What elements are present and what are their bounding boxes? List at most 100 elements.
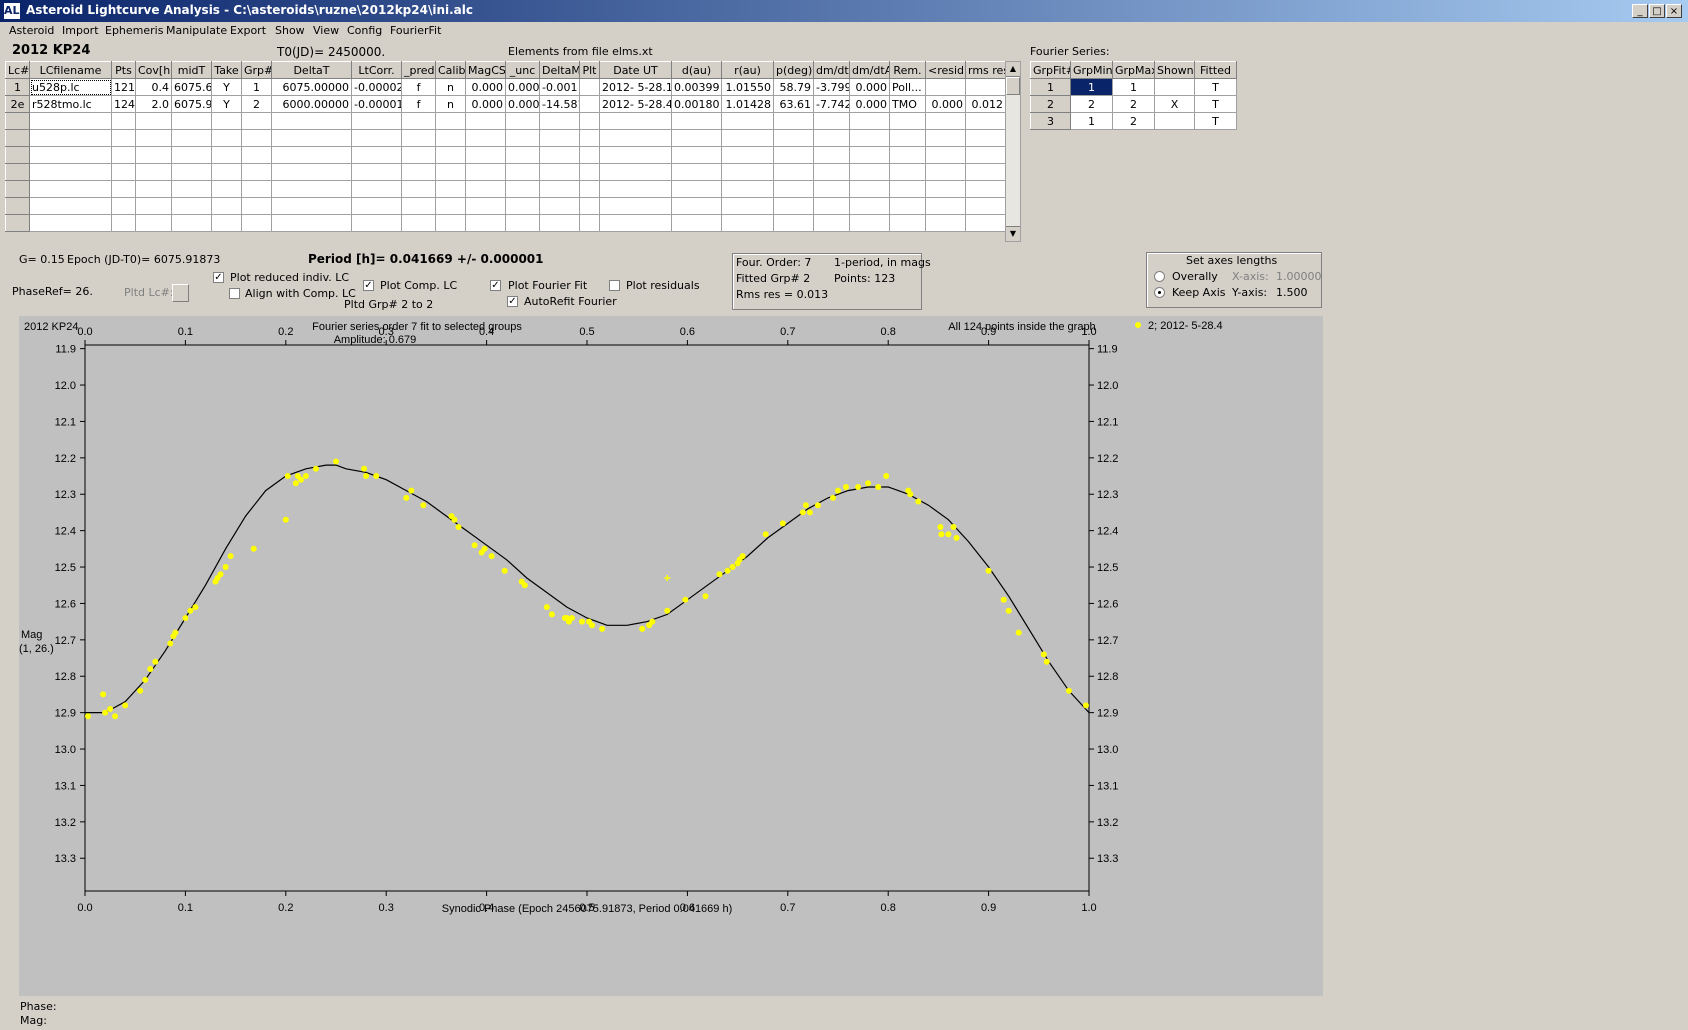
lc-cell[interactable] [813,129,850,147]
fourier-cell[interactable]: T [1194,112,1237,130]
lc-cell[interactable] [925,146,966,164]
lc-cell[interactable]: 58.79 [773,78,814,96]
lc-cell[interactable] [579,197,600,215]
lc-cell[interactable] [5,146,30,164]
lc-cell[interactable] [925,163,966,181]
lc-cell[interactable] [211,214,242,232]
lc-cell[interactable] [5,214,30,232]
lc-cell[interactable]: 1 [5,78,30,96]
lc-cell[interactable] [579,112,600,130]
lc-cell[interactable] [813,112,850,130]
lc-cell[interactable] [813,163,850,181]
lc-cell[interactable] [435,129,466,147]
lc-cell[interactable] [721,197,774,215]
lc-cell[interactable] [171,180,212,198]
lc-table-row[interactable]: 1 u528p.lc 121 0.4 6075.6 Y 1 6075.00000 -0.0000… [5,78,1006,96]
lc-cell[interactable] [599,129,672,147]
lc-cell[interactable] [965,78,1006,96]
x-axis-value[interactable]: 1.00000 [1276,270,1322,283]
lc-cell[interactable] [539,146,580,164]
lc-header-cell[interactable]: Take [211,61,242,79]
lc-cell[interactable] [721,214,774,232]
lc-cell[interactable] [271,129,352,147]
lc-header-cell[interactable]: Rem. [889,61,926,79]
lc-cell[interactable] [849,180,890,198]
lc-cell[interactable] [351,112,402,130]
lc-cell[interactable] [435,214,466,232]
lc-header-cell[interactable]: d(au) [671,61,722,79]
lc-cell[interactable] [465,180,506,198]
lc-cell[interactable] [671,214,722,232]
lc-cell[interactable] [925,214,966,232]
lc-cell[interactable] [889,129,926,147]
fourier-cell[interactable]: 1 [1070,78,1113,96]
lc-cell[interactable] [29,146,112,164]
lc-cell[interactable] [505,163,540,181]
lc-cell[interactable]: 63.61 [773,95,814,113]
lc-empty-row[interactable] [5,180,1006,198]
lc-cell[interactable] [671,197,722,215]
lc-cell[interactable] [889,214,926,232]
lc-cell[interactable] [773,129,814,147]
lc-cell[interactable] [135,112,172,130]
menu-fourierfit[interactable]: FourierFit [390,24,441,37]
lc-empty-row[interactable] [5,163,1006,181]
lc-cell[interactable] [241,146,272,164]
fourier-header-cell[interactable]: GrpMax [1112,61,1155,79]
lc-cell[interactable] [889,163,926,181]
y-axis-value[interactable]: 1.500 [1276,286,1308,299]
lc-cell[interactable] [579,163,600,181]
lc-cell[interactable] [271,146,352,164]
lc-header-cell[interactable]: p(deg) [773,61,814,79]
fourier-cell[interactable] [1154,78,1195,96]
lc-cell[interactable] [29,180,112,198]
lc-cell[interactable] [505,112,540,130]
lightcurve-plot[interactable]: 0.00.00.10.10.20.20.30.30.40.40.50.50.60… [19,316,1323,996]
lc-cell[interactable] [505,129,540,147]
lc-cell[interactable] [889,180,926,198]
pltd-lc-spinner[interactable] [172,284,189,302]
menu-manipulate[interactable]: Manipulate [166,24,227,37]
lc-cell[interactable] [813,180,850,198]
lc-cell[interactable] [599,197,672,215]
lc-cell[interactable] [599,112,672,130]
lc-cell[interactable] [465,146,506,164]
fourier-table-row[interactable]: 312 T [1030,112,1237,130]
lc-cell[interactable] [539,112,580,130]
lc-cell[interactable] [539,129,580,147]
lc-cell[interactable]: 2012- 5-28.1 [599,78,672,96]
lc-cell[interactable]: -7.742 [813,95,850,113]
fourier-header-cell[interactable]: GrpMin [1070,61,1113,79]
lc-cell[interactable]: 6075.9 [171,95,212,113]
fourier-cell[interactable]: 1 [1070,112,1113,130]
lc-cell[interactable]: n [435,95,466,113]
fourier-cell[interactable]: 1 [1112,78,1155,96]
lc-header-cell[interactable]: Date UT [599,61,672,79]
lc-cell[interactable] [721,180,774,198]
lc-cell[interactable]: 6075.00000 [271,78,352,96]
lc-cell[interactable] [465,214,506,232]
lc-cell[interactable]: 0.000 [465,78,506,96]
lc-cell[interactable] [721,163,774,181]
menu-import[interactable]: Import [62,24,99,37]
lc-cell[interactable]: 0.000 [505,78,540,96]
lc-cell[interactable] [5,129,30,147]
overally-radio[interactable] [1154,271,1165,282]
lc-cell[interactable] [271,197,352,215]
lc-cell[interactable] [171,146,212,164]
scroll-thumb[interactable] [1006,77,1020,95]
lc-cell[interactable] [241,163,272,181]
lc-cell[interactable] [401,129,436,147]
lc-cell[interactable]: r528tmo.lc [29,95,112,113]
lc-cell[interactable]: f [401,78,436,96]
lc-table-scrollbar[interactable]: ▲ ▼ [1005,61,1021,242]
lc-cell[interactable]: 0.4 [135,78,172,96]
lc-empty-row[interactable] [5,214,1006,232]
lc-cell[interactable] [111,197,136,215]
lc-header-cell[interactable]: Pts [111,61,136,79]
lc-cell[interactable] [5,163,30,181]
lc-cell[interactable] [465,112,506,130]
lc-cell[interactable] [925,78,966,96]
lc-cell[interactable] [135,146,172,164]
lc-cell[interactable]: 6000.00000 [271,95,352,113]
